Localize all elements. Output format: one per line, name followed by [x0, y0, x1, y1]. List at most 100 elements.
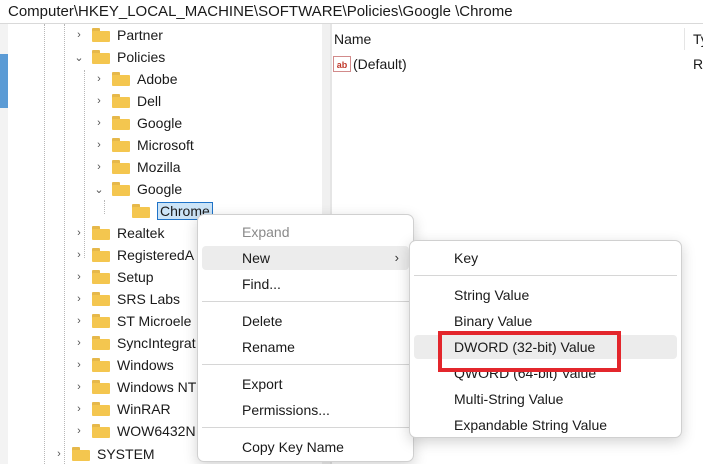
chevron-right-icon[interactable]: › [72, 270, 86, 284]
chevron-right-icon[interactable]: › [92, 138, 106, 152]
chevron-right-icon[interactable]: › [72, 314, 86, 328]
folder-icon [132, 204, 150, 218]
submenu-item-string-value[interactable]: String Value [414, 283, 677, 307]
tree-node-partner[interactable]: › Partner [72, 24, 163, 46]
chevron-right-icon[interactable]: › [72, 248, 86, 262]
tree-node-google-expanded[interactable]: ⌄ Google [92, 178, 182, 200]
chevron-right-icon[interactable]: › [72, 28, 86, 42]
chevron-down-icon[interactable]: ⌄ [92, 182, 106, 196]
menu-item-export[interactable]: Export [202, 372, 409, 396]
tree-node-label: RegisteredA [117, 247, 195, 263]
tree-node-label: WinRAR [117, 401, 171, 417]
tree-node-st-microele[interactable]: › ST Microele [72, 310, 191, 332]
tree-node-system[interactable]: › SYSTEM [52, 443, 155, 464]
tree-node-dell[interactable]: › Dell [92, 90, 161, 112]
submenu-item-multi-string-value[interactable]: Multi-String Value [414, 387, 677, 411]
menu-separator [414, 275, 677, 276]
folder-icon [92, 292, 110, 306]
folder-icon [92, 50, 110, 64]
tree-node-label: Adobe [137, 71, 178, 87]
folder-icon [92, 424, 110, 438]
menu-item-new[interactable]: New › [202, 246, 409, 270]
folder-icon [92, 336, 110, 350]
column-header-type[interactable]: Ty [693, 28, 703, 50]
column-divider[interactable] [684, 28, 685, 50]
chevron-right-icon[interactable]: › [72, 402, 86, 416]
chevron-right-icon[interactable]: › [52, 447, 66, 461]
value-name: (Default) [353, 56, 407, 72]
folder-icon [92, 402, 110, 416]
chevron-right-icon[interactable]: › [72, 424, 86, 438]
menu-item-rename[interactable]: Rename [202, 335, 409, 359]
menu-item-expand[interactable]: Expand [202, 220, 409, 244]
folder-icon [92, 226, 110, 240]
submenu-item-key[interactable]: Key [414, 246, 677, 270]
folder-icon [92, 358, 110, 372]
folder-icon [112, 138, 130, 152]
tree-node-label: Mozilla [137, 159, 181, 175]
tree-node-label: Google [137, 115, 183, 131]
tree-node-srs-labs[interactable]: › SRS Labs [72, 288, 180, 310]
tree-node-winrar[interactable]: › WinRAR [72, 398, 171, 420]
tree-node-label: Microsoft [137, 137, 194, 153]
tree-node-setup[interactable]: › Setup [72, 266, 154, 288]
menu-item-copy-key-name[interactable]: Copy Key Name [202, 435, 409, 459]
menu-separator [202, 301, 409, 302]
tree-node-mozilla[interactable]: › Mozilla [92, 156, 181, 178]
tree-node-microsoft[interactable]: › Microsoft [92, 134, 194, 156]
value-row-default[interactable]: ab (Default) [332, 54, 407, 74]
tree-node-windows-nt[interactable]: › Windows NT [72, 376, 196, 398]
tree-guide-line [64, 24, 65, 464]
chevron-right-icon[interactable]: › [72, 380, 86, 394]
folder-icon [92, 380, 110, 394]
chevron-down-icon[interactable]: ⌄ [72, 50, 86, 64]
tree-guide-line [44, 24, 45, 464]
value-type-cell: R [693, 54, 703, 74]
tree-node-realtek[interactable]: › Realtek [72, 222, 164, 244]
menu-item-label: New [242, 250, 271, 266]
tree-node-google[interactable]: › Google [92, 112, 182, 134]
menu-separator [202, 364, 409, 365]
tree-node-registereda[interactable]: › RegisteredA [72, 244, 194, 266]
tree-node-wow6432n[interactable]: › WOW6432N [72, 420, 196, 442]
chevron-right-icon[interactable]: › [92, 160, 106, 174]
tree-node-label: Google [137, 181, 183, 197]
folder-icon [92, 248, 110, 262]
submenu-item-binary-value[interactable]: Binary Value [414, 309, 677, 333]
chevron-right-icon[interactable]: › [72, 226, 86, 240]
tree-node-label: Partner [117, 27, 163, 43]
context-menu[interactable]: Expand New › Find... Delete Rename Expor… [197, 214, 414, 462]
tree-node-label: Setup [117, 269, 154, 285]
tree-node-windows[interactable]: › Windows [72, 354, 174, 376]
folder-icon [112, 160, 130, 174]
column-header-name[interactable]: Name [334, 28, 371, 50]
tree-node-syncintegrat[interactable]: › SyncIntegrat [72, 332, 196, 354]
menu-item-permissions[interactable]: Permissions... [202, 398, 409, 422]
folder-icon [112, 116, 130, 130]
tree-node-label: SRS Labs [117, 291, 181, 307]
chevron-right-icon: › [394, 250, 399, 265]
chevron-right-icon[interactable]: › [72, 336, 86, 350]
tree-node-label: SyncIntegrat [117, 335, 196, 351]
chevron-right-icon[interactable]: › [92, 72, 106, 86]
tree-node-adobe[interactable]: › Adobe [92, 68, 177, 90]
address-bar[interactable]: Computer\HKEY_LOCAL_MACHINE\SOFTWARE\Pol… [0, 0, 703, 24]
tree-node-policies[interactable]: ⌄ Policies [72, 46, 165, 68]
menu-item-delete[interactable]: Delete [202, 309, 409, 333]
value-type: R [693, 56, 703, 72]
folder-icon [112, 94, 130, 108]
folder-icon [112, 182, 130, 196]
chevron-right-icon[interactable]: › [92, 116, 106, 130]
tree-node-label: SYSTEM [97, 446, 155, 462]
tree-node-label: WOW6432N [117, 423, 196, 439]
tree-node-label: Realtek [117, 225, 165, 241]
submenu-item-expandable-string-value[interactable]: Expandable String Value [414, 413, 677, 437]
chevron-right-icon[interactable]: › [92, 94, 106, 108]
chevron-right-icon[interactable]: › [72, 292, 86, 306]
left-edge [0, 24, 8, 464]
menu-item-find[interactable]: Find... [202, 272, 409, 296]
tree-guide-line [104, 200, 105, 214]
folder-icon [112, 72, 130, 86]
chevron-right-icon[interactable]: › [72, 358, 86, 372]
